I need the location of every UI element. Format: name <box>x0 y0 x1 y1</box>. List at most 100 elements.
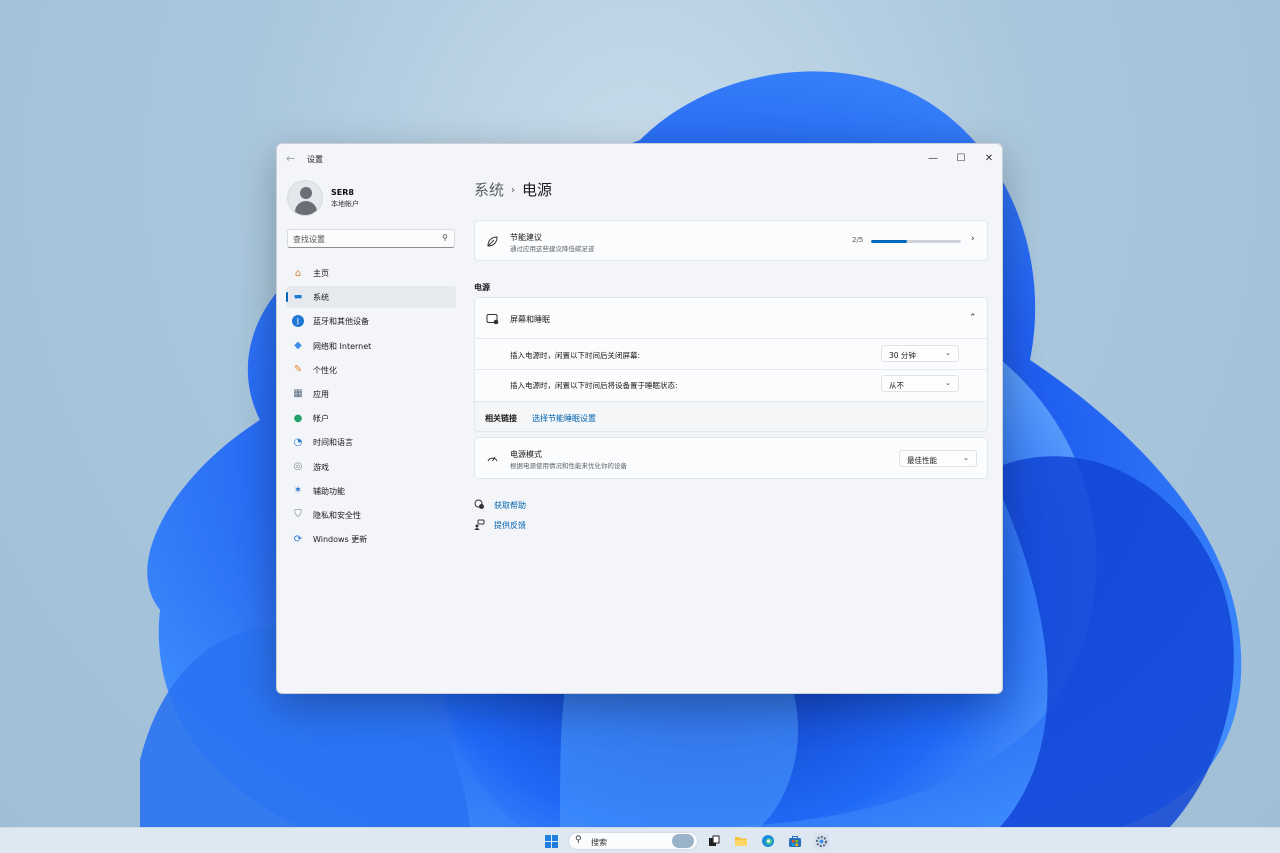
sidebar-item-system[interactable]: ▬ 系统 <box>286 286 456 309</box>
screen-sleep-title: 屏幕和睡眠 <box>510 315 550 324</box>
breadcrumb: 系统 › 电源 <box>474 179 552 200</box>
power-mode-title: 电源模式 <box>510 450 542 459</box>
sidebar-item-accessibility[interactable]: ✶ 辅助功能 <box>286 480 456 502</box>
search-icon: ⚲ <box>442 233 448 242</box>
sidebar-item-label: 应用 <box>313 389 329 399</box>
wifi-icon: ◆ <box>294 340 302 352</box>
chevron-down-icon: ⌄ <box>963 454 969 462</box>
title-bar: ← 设置 — ☐ ✕ <box>277 144 1002 174</box>
energy-sleep-settings-link[interactable]: 选择节能睡眠设置 <box>532 413 596 424</box>
sidebar-item-apps[interactable]: ▦ 应用 <box>286 383 456 405</box>
taskbar-search-text: 搜索 <box>591 838 607 847</box>
sidebar-item-home[interactable]: ⌂ 主页 <box>286 262 456 284</box>
energy-subtitle: 通过应用这些建议降低碳足迹 <box>510 245 595 253</box>
gamepad-icon: ◎ <box>293 461 303 472</box>
screen-sleep-header[interactable]: 屏幕和睡眠 ⌃ <box>475 298 987 338</box>
user-profile[interactable]: SER8 本地帐户 <box>287 180 457 220</box>
feedback-link[interactable]: 提供反馈 <box>494 520 526 531</box>
sidebar-item-label: 系统 <box>313 293 329 303</box>
progress-count: 2/5 <box>852 236 864 244</box>
settings-window: ← 设置 — ☐ ✕ SER8 本地帐户 查找设置 ⚲ ⌂ 主页 ▬ 系统 ᛒ 蓝牙和其他… <box>276 143 1003 694</box>
close-button[interactable]: ✕ <box>976 148 1002 168</box>
sidebar-item-shield[interactable]: ⛉ 隐私和安全性 <box>286 504 456 526</box>
power-section-label: 电源 <box>474 283 490 292</box>
start-button[interactable] <box>545 835 558 848</box>
progress-fill <box>871 240 907 243</box>
power-mode-value: 最佳性能 <box>907 456 937 465</box>
file-explorer-icon[interactable] <box>733 833 749 849</box>
feedback-icon <box>474 519 485 533</box>
screen-sleep-icon <box>485 312 499 326</box>
taskbar-search[interactable]: ⚲ 搜索 <box>568 832 698 850</box>
power-mode-icon <box>485 452 499 466</box>
energy-title: 节能建议 <box>510 233 542 242</box>
sidebar-item-label: 网络和 Internet <box>313 341 372 351</box>
screen-sleep-card: 屏幕和睡眠 ⌃ 插入电源时，闲置以下时间后关闭屏幕: 30 分钟 ⌄ 插入电源时… <box>474 297 988 432</box>
screen-off-value: 30 分钟 <box>889 351 916 360</box>
power-mode-dropdown[interactable]: 最佳性能 ⌄ <box>899 450 977 467</box>
page-title: 电源 <box>522 181 553 199</box>
taskbar: ⚲ 搜索 <box>0 827 1280 853</box>
get-help-link[interactable]: 获取帮助 <box>494 500 526 511</box>
search-icon: ⚲ <box>575 835 582 845</box>
globe-clock-icon: ◔ <box>293 436 303 448</box>
sidebar-item-gamepad[interactable]: ◎ 游戏 <box>286 456 456 478</box>
related-links-label: 相关链接 <box>485 414 517 423</box>
bluetooth-icon: ᛒ <box>292 315 304 328</box>
progress-bar <box>871 240 961 243</box>
screen-off-dropdown[interactable]: 30 分钟 ⌄ <box>881 345 959 362</box>
chevron-up-icon: ⌃ <box>969 313 977 323</box>
home-icon: ⌂ <box>294 267 302 279</box>
search-input[interactable]: 查找设置 ⚲ <box>287 229 455 248</box>
update-icon: ⟳ <box>293 533 303 545</box>
sidebar-item-label: 个性化 <box>313 365 337 375</box>
brush-icon: ✎ <box>293 364 303 376</box>
sidebar-item-account[interactable]: ● 帐户 <box>286 407 456 429</box>
sidebar-item-label: 蓝牙和其他设备 <box>313 317 369 327</box>
sleep-value: 从不 <box>889 381 904 390</box>
chevron-right-icon: › <box>971 234 975 244</box>
store-icon[interactable] <box>787 833 803 849</box>
breadcrumb-separator: › <box>511 185 516 196</box>
minimize-button[interactable]: — <box>920 148 946 168</box>
user-name: SER8 <box>331 188 354 197</box>
settings-icon[interactable] <box>813 833 829 849</box>
back-button[interactable]: ← <box>286 152 295 165</box>
help-icon <box>474 499 485 513</box>
screen-off-label: 插入电源时，闲置以下时间后关闭屏幕: <box>510 351 641 360</box>
sleep-label: 插入电源时，闲置以下时间后将设备置于睡眠状态: <box>510 381 678 390</box>
sleep-dropdown[interactable]: 从不 ⌄ <box>881 375 959 392</box>
chevron-down-icon: ⌄ <box>945 349 951 357</box>
accessibility-icon: ✶ <box>293 485 303 497</box>
sidebar-item-label: 帐户 <box>313 414 329 424</box>
sidebar-item-update[interactable]: ⟳ Windows 更新 <box>286 528 456 550</box>
system-icon: ▬ <box>293 292 303 303</box>
sidebar-item-label: 主页 <box>313 269 329 278</box>
sidebar-item-label: 游戏 <box>313 462 329 472</box>
sidebar-item-wifi[interactable]: ◆ 网络和 Internet <box>286 335 456 357</box>
breadcrumb-parent[interactable]: 系统 <box>474 181 504 199</box>
sidebar-item-label: 辅助功能 <box>313 486 345 496</box>
power-mode-subtitle: 根据电源使用情况和性能来优化你的设备 <box>510 462 627 470</box>
sidebar-item-bluetooth[interactable]: ᛒ 蓝牙和其他设备 <box>286 310 456 332</box>
search-highlight-icon <box>672 834 694 848</box>
apps-icon: ▦ <box>293 388 303 400</box>
related-links-bar: 相关链接 选择节能睡眠设置 <box>475 401 987 431</box>
edge-icon[interactable] <box>760 833 776 849</box>
leaf-icon <box>485 234 499 248</box>
sidebar-item-label: Windows 更新 <box>313 535 368 545</box>
sidebar-item-globe-clock[interactable]: ◔ 时间和语言 <box>286 431 456 453</box>
app-title: 设置 <box>307 155 323 164</box>
account-type: 本地帐户 <box>331 200 359 208</box>
chevron-down-icon: ⌄ <box>945 379 951 387</box>
maximize-button[interactable]: ☐ <box>948 148 974 168</box>
sidebar-nav: ⌂ 主页 ▬ 系统 ᛒ 蓝牙和其他设备 ◆ 网络和 Internet ✎ 个性化 ▦ 应用 ● 帐户 ◔ 时间… <box>286 262 456 552</box>
task-view-icon[interactable] <box>706 833 722 849</box>
sidebar-item-brush[interactable]: ✎ 个性化 <box>286 359 456 381</box>
shield-icon: ⛉ <box>294 509 302 521</box>
search-placeholder: 查找设置 <box>293 235 325 244</box>
power-mode-card: 电源模式 根据电源使用情况和性能来优化你的设备 最佳性能 ⌄ <box>474 437 988 479</box>
sidebar-item-label: 时间和语言 <box>313 438 353 448</box>
sidebar-item-label: 隐私和安全性 <box>313 510 361 520</box>
energy-recommendations-card[interactable]: 节能建议 通过应用这些建议降低碳足迹 2/5 › <box>474 220 988 261</box>
